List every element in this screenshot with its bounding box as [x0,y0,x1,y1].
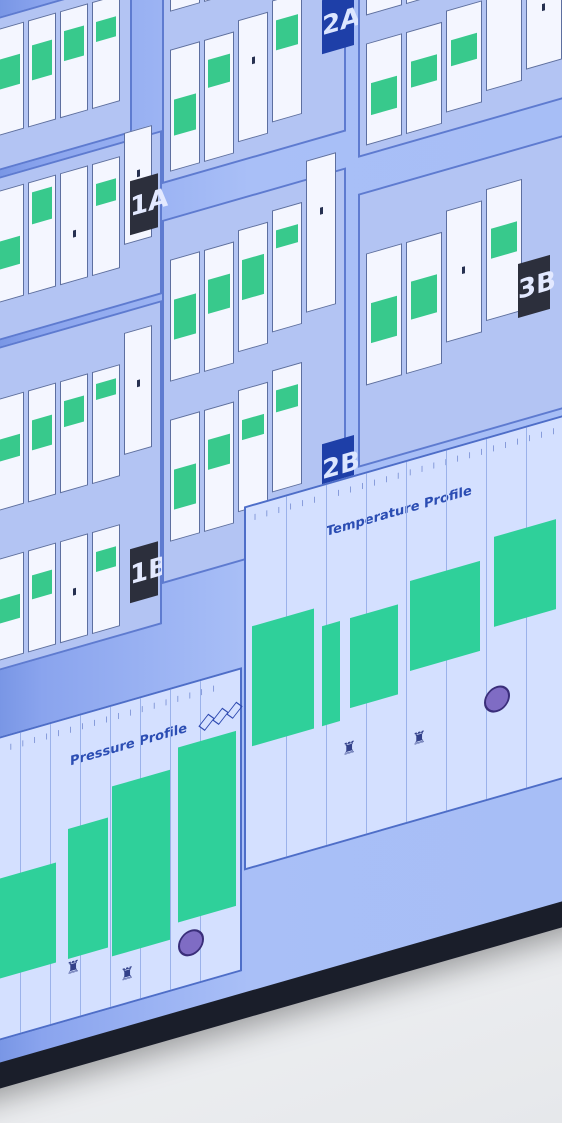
cabinet[interactable] [486,0,522,92]
pressure-bar [0,862,56,981]
cabinet[interactable] [170,411,200,542]
valve-icon[interactable]: ♜ [120,962,134,985]
temperature-bar [350,604,398,709]
cabinet[interactable] [406,0,442,5]
cabinet[interactable] [170,0,200,12]
cabinet[interactable] [0,21,24,137]
cabinet[interactable] [366,243,402,386]
display-monitor: 1A 1B 2A 2B 3B | | | | | | | | | | | | |… [0,0,562,1101]
pressure-bar [112,769,170,957]
panel-3a [358,0,562,158]
monitor-screen: 1A 1B 2A 2B 3B | | | | | | | | | | | | |… [0,0,562,1070]
cabinet[interactable] [92,0,120,110]
pressure-bar [178,730,236,923]
cabinet[interactable] [526,0,562,70]
temperature-bar [322,621,340,727]
cabinet[interactable] [0,183,24,304]
cabinet[interactable] [92,156,120,277]
cabinet[interactable] [28,542,56,653]
pressure-bar [68,817,108,960]
cabinet[interactable] [60,3,88,119]
cabinet[interactable] [28,382,56,503]
cabinet[interactable] [446,0,482,113]
valve-icon[interactable]: ♜ [412,726,426,749]
cabinet[interactable] [406,21,442,135]
cabinet[interactable] [204,0,234,3]
cabinet[interactable] [406,231,442,375]
cabinet[interactable] [28,174,56,295]
cabinet[interactable] [0,391,24,512]
cabinet[interactable] [238,221,268,353]
panel-label-1a: 1A [130,173,168,236]
cabinet[interactable] [272,201,302,333]
cabinet[interactable] [60,373,88,494]
temperature-bar [252,608,314,747]
cabinet[interactable] [366,33,402,146]
temperature-bar [494,519,556,627]
temperature-bar [410,560,480,671]
cabinet[interactable] [366,0,402,16]
valve-icon[interactable]: ♜ [342,736,356,759]
cabinet[interactable] [204,31,234,163]
panel-1b [0,300,162,674]
cabinet[interactable] [170,251,200,382]
panel-label-3b: 3B [518,254,556,318]
cabinet[interactable] [446,200,482,343]
cabinet[interactable] [238,381,268,513]
cabinet[interactable] [0,551,24,662]
cabinet[interactable] [28,12,56,128]
cabinet[interactable] [238,11,268,143]
cabinet[interactable] [204,401,234,533]
cabinet[interactable] [486,178,522,322]
cabinet[interactable] [170,41,200,172]
panel-label-2a: 2A [322,0,360,55]
cabinet[interactable] [204,241,234,373]
cabinet[interactable] [306,152,336,313]
valve-icon[interactable]: ♜ [66,955,80,978]
cabinet[interactable] [272,361,302,493]
pressure-profile-panel: | | | | | | | | | | | | | | | | | | | Pr… [0,667,243,1044]
cabinet[interactable] [92,524,120,635]
cabinet[interactable] [272,0,302,123]
pump-icon[interactable] [484,682,510,716]
cabinet[interactable] [92,364,120,485]
cabinet[interactable] [60,533,88,644]
panel-label-1b: 1B [130,541,168,604]
cabinet[interactable] [124,324,152,455]
cabinet[interactable] [60,165,88,286]
